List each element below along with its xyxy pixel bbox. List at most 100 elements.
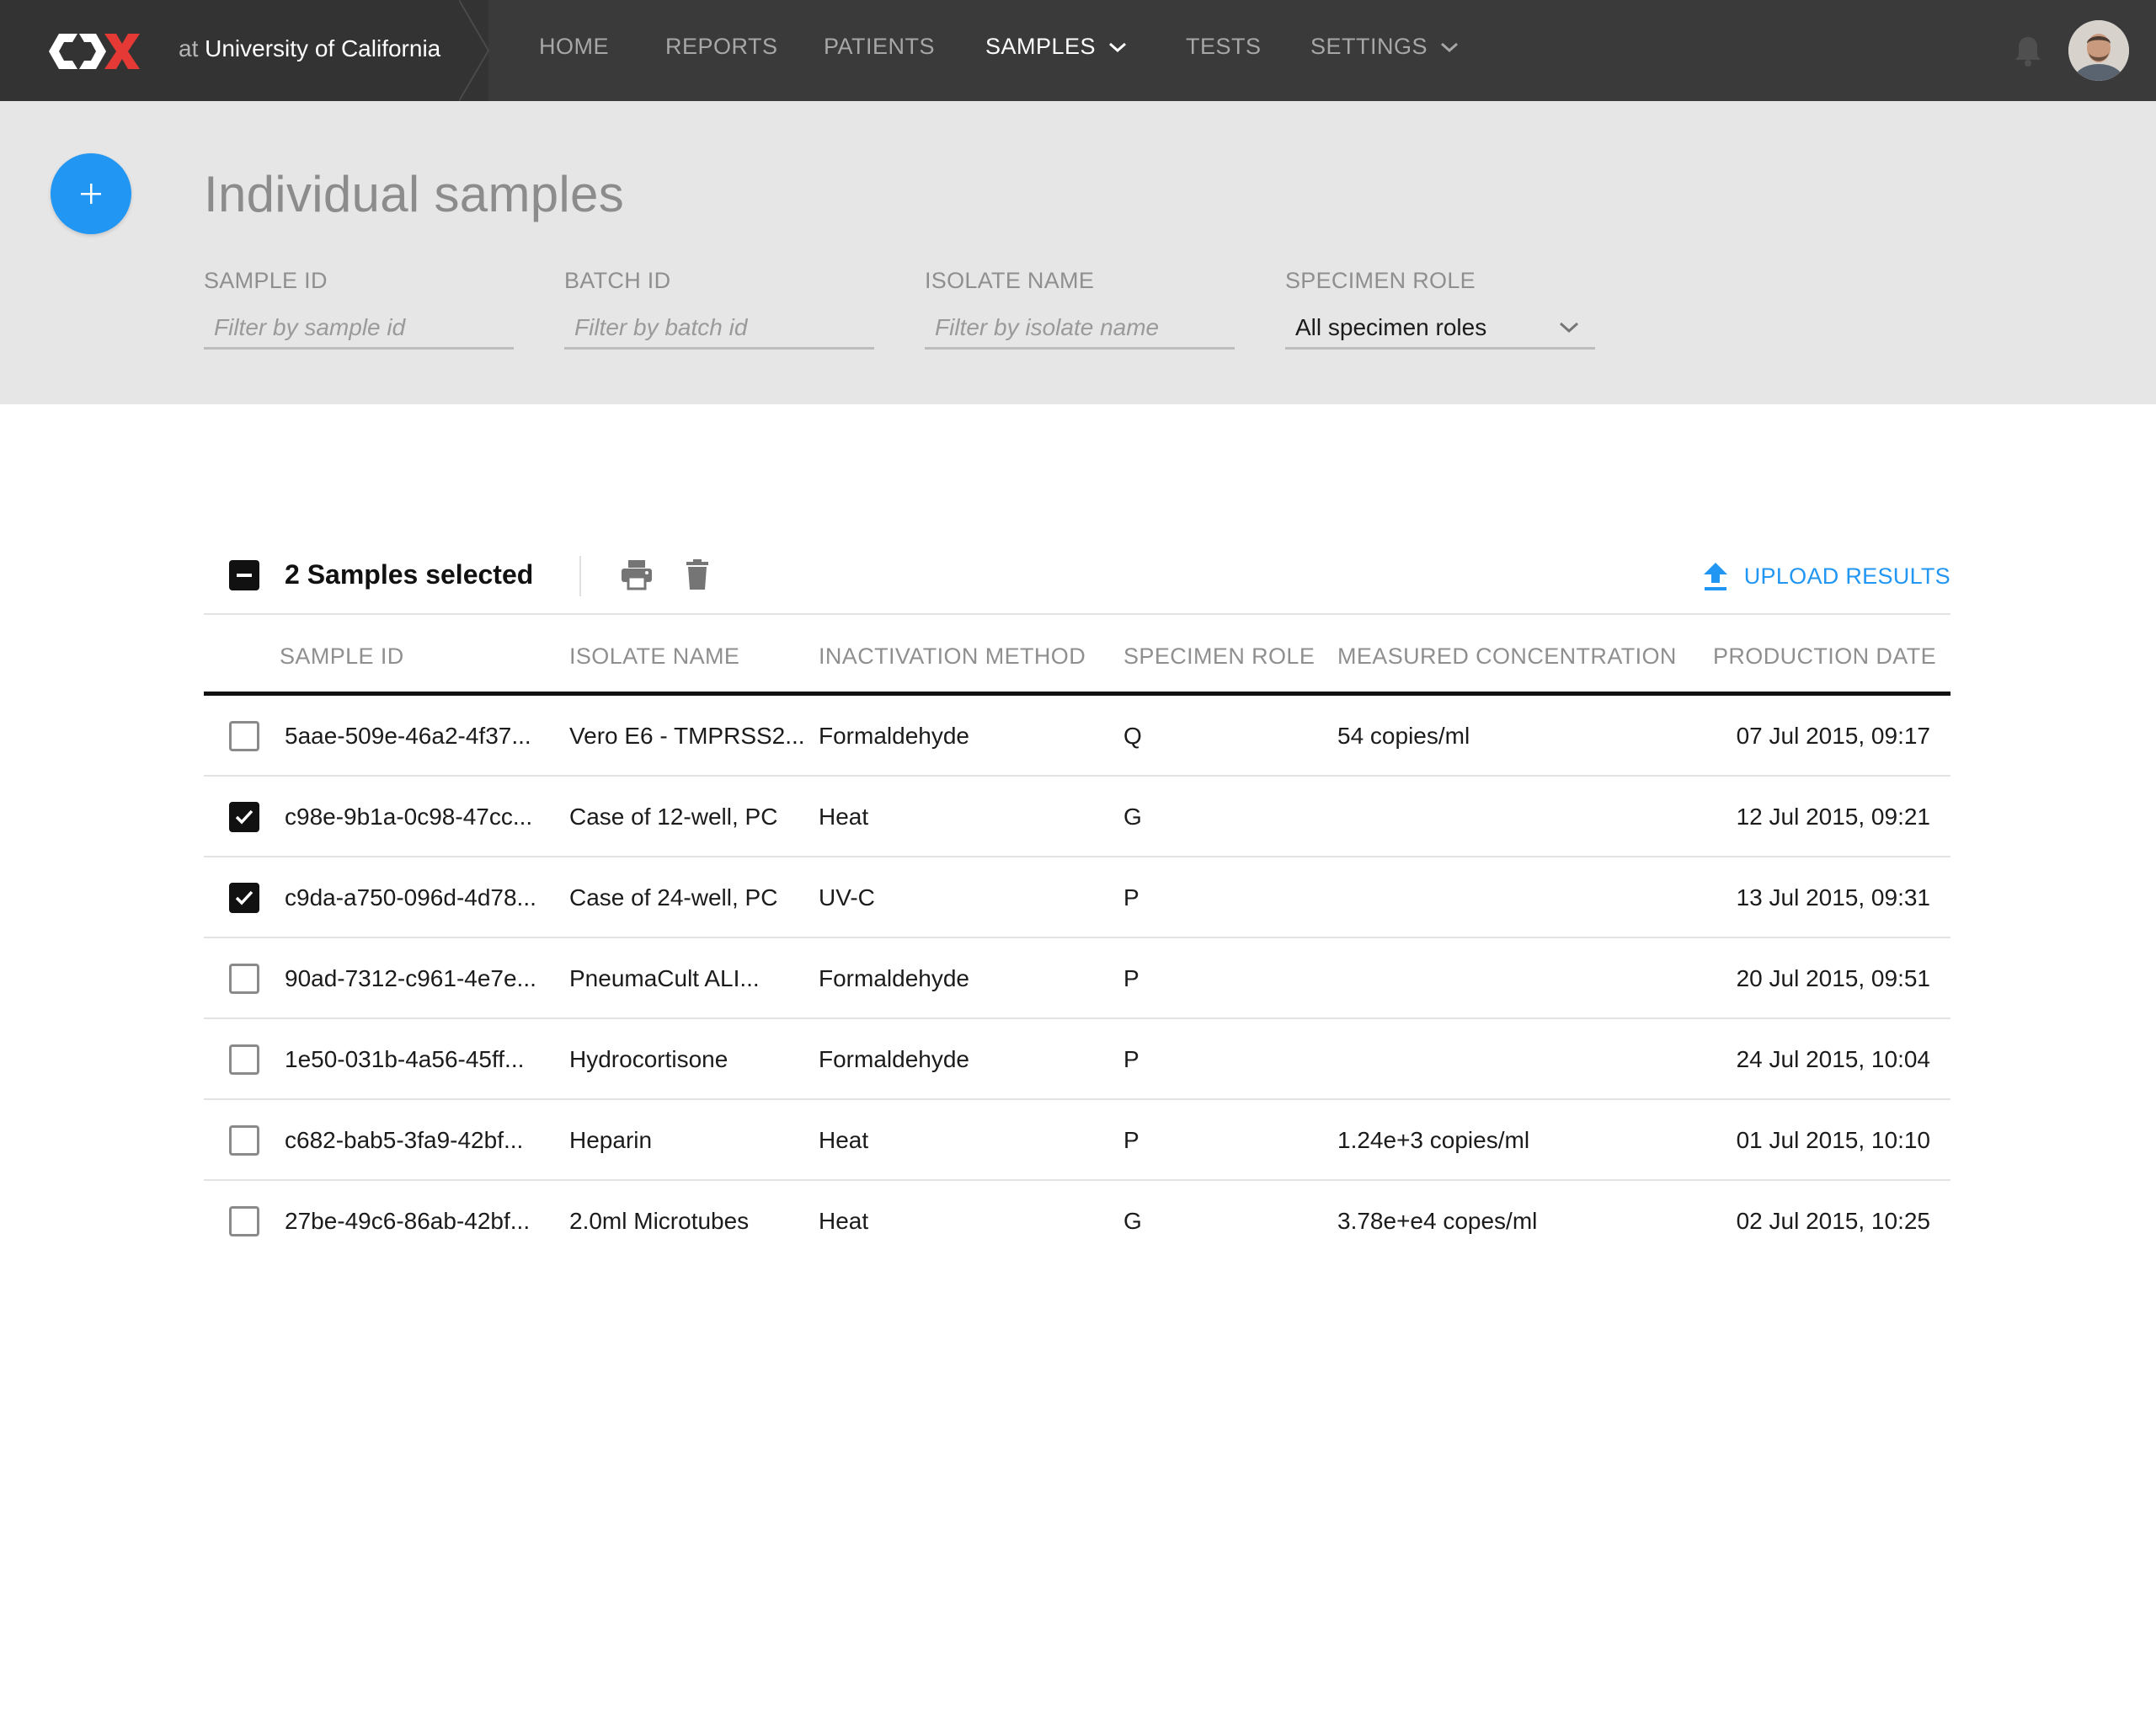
table-row[interactable]: 5aae-509e-46a2-4f37... Vero E6 - TMPRSS2.… xyxy=(204,696,1951,777)
column-measured-concentration[interactable]: MEASURED CONCENTRATION xyxy=(1337,644,1677,670)
chevron-down-icon xyxy=(1109,42,1127,52)
avatar[interactable] xyxy=(2068,20,2129,81)
isolate-name-input[interactable]: Filter by isolate name xyxy=(925,307,1235,350)
nav-home-label: HOME xyxy=(539,34,609,59)
trash-icon[interactable] xyxy=(680,558,714,591)
nav-patients[interactable]: PATIENTS xyxy=(824,34,935,60)
nav-patients-label: PATIENTS xyxy=(824,34,936,59)
cell-sample-id: c9da-a750-096d-4d78... xyxy=(285,884,536,911)
row-checkbox[interactable] xyxy=(229,802,259,832)
table-row[interactable]: c682-bab5-3fa9-42bf... Heparin Heat P 1.24e+… xyxy=(204,1100,1951,1181)
column-production-date[interactable]: PRODUCTION DATE xyxy=(1713,644,1936,670)
top-navigation-bar: at University of California HOME REPORTS… xyxy=(0,0,2156,101)
row-checkbox[interactable] xyxy=(229,883,259,913)
chevron-down-icon xyxy=(1441,42,1459,52)
cell-measured-concentration: 54 copies/ml xyxy=(1337,723,1470,749)
cell-inactivation-method: Formaldehyde xyxy=(819,723,969,749)
brand-area: at University of California xyxy=(0,0,488,101)
cell-sample-id: 1e50-031b-4a56-45ff... xyxy=(285,1046,525,1072)
cell-inactivation-method: Heat xyxy=(819,1127,869,1153)
column-inactivation-method[interactable]: INACTIVATION METHOD xyxy=(819,644,1086,670)
chevron-down-icon xyxy=(1559,322,1579,333)
nav-tests-label: TESTS xyxy=(1186,34,1262,59)
column-specimen-role[interactable]: SPECIMEN ROLE xyxy=(1123,644,1315,670)
checkmark-icon xyxy=(235,890,253,905)
cell-specimen-role: P xyxy=(1123,1127,1139,1153)
filter-sample-id: SAMPLE ID Filter by sample id xyxy=(204,268,514,350)
column-sample-id[interactable]: SAMPLE ID xyxy=(280,644,404,670)
cell-inactivation-method: Formaldehyde xyxy=(819,1046,969,1072)
nav-samples[interactable]: SAMPLES xyxy=(985,34,1128,60)
cdx-logo[interactable] xyxy=(49,32,140,71)
select-all-checkbox[interactable] xyxy=(229,560,259,590)
cell-production-date: 24 Jul 2015, 10:04 xyxy=(1736,1046,1930,1072)
selection-toolbar: 2 Samples selected UPLOAD RESULTS xyxy=(204,547,1951,615)
cell-production-date: 20 Jul 2015, 09:51 xyxy=(1736,965,1930,991)
nav-reports-label: REPORTS xyxy=(665,34,778,59)
cell-inactivation-method: Heat xyxy=(819,1208,869,1234)
org-prefix: at xyxy=(179,35,199,61)
table-row[interactable]: c9da-a750-096d-4d78... Case of 24-well, P… xyxy=(204,857,1951,938)
cell-isolate-name: Vero E6 - TMPRSS2... xyxy=(569,723,805,749)
cell-isolate-name: PneumaCult ALI... xyxy=(569,965,760,991)
cell-production-date: 02 Jul 2015, 10:25 xyxy=(1736,1208,1930,1234)
cell-isolate-name: Heparin xyxy=(569,1127,653,1153)
cell-inactivation-method: Formaldehyde xyxy=(819,965,969,991)
user-avatar-icon xyxy=(2068,20,2129,81)
table-row[interactable]: 1e50-031b-4a56-45ff... Hydrocortisone Form… xyxy=(204,1019,1951,1100)
print-icon[interactable] xyxy=(620,558,654,591)
filter-specimen-role: SPECIMEN ROLE All specimen roles xyxy=(1285,268,1595,350)
filter-label: SPECIMEN ROLE xyxy=(1285,268,1476,293)
nav-settings-label: SETTINGS xyxy=(1310,34,1428,59)
cell-sample-id: 90ad-7312-c961-4e7e... xyxy=(285,965,536,991)
page-title: Individual samples xyxy=(204,166,624,222)
cell-specimen-role: Q xyxy=(1123,723,1142,749)
batch-id-input[interactable]: Filter by batch id xyxy=(564,307,874,350)
cell-specimen-role: G xyxy=(1123,804,1142,830)
nav-settings[interactable]: SETTINGS xyxy=(1310,34,1460,60)
row-checkbox[interactable] xyxy=(229,1125,259,1156)
cell-production-date: 01 Jul 2015, 10:10 xyxy=(1736,1127,1930,1153)
filter-label: SAMPLE ID xyxy=(204,268,328,293)
row-checkbox[interactable] xyxy=(229,1044,259,1075)
cell-specimen-role: P xyxy=(1123,1046,1139,1072)
bell-icon[interactable] xyxy=(2013,34,2043,67)
filter-isolate-name: ISOLATE NAME Filter by isolate name xyxy=(925,268,1235,350)
organization-label[interactable]: at University of California xyxy=(179,35,440,62)
cell-isolate-name: Case of 12-well, PC xyxy=(569,804,778,830)
cell-specimen-role: P xyxy=(1123,965,1139,991)
nav-home[interactable]: HOME xyxy=(539,34,609,60)
row-checkbox[interactable] xyxy=(229,721,259,751)
breadcrumb-arrow xyxy=(459,0,490,101)
row-checkbox[interactable] xyxy=(229,1206,259,1236)
toolbar-divider xyxy=(579,556,581,596)
upload-icon xyxy=(1703,563,1727,590)
column-isolate-name[interactable]: ISOLATE NAME xyxy=(569,644,739,670)
table-header: SAMPLE ID ISOLATE NAME INACTIVATION METH… xyxy=(204,615,1951,696)
specimen-role-select[interactable]: All specimen roles xyxy=(1285,307,1595,350)
cell-specimen-role: G xyxy=(1123,1208,1142,1234)
cell-production-date: 13 Jul 2015, 09:31 xyxy=(1736,884,1930,911)
cell-measured-concentration: 1.24e+3 copies/ml xyxy=(1337,1127,1530,1153)
nav-tests[interactable]: TESTS xyxy=(1186,34,1262,60)
cell-inactivation-method: Heat xyxy=(819,804,869,830)
upload-results-button[interactable]: UPLOAD RESULTS xyxy=(1702,561,1951,591)
sample-id-input[interactable]: Filter by sample id xyxy=(204,307,514,350)
cell-isolate-name: Case of 24-well, PC xyxy=(569,884,778,911)
add-sample-button[interactable] xyxy=(51,153,131,234)
org-name: University of California xyxy=(205,35,441,61)
samples-table-body: 5aae-509e-46a2-4f37... Vero E6 - TMPRSS2.… xyxy=(204,696,1951,1262)
cell-measured-concentration: 3.78e+e4 copes/ml xyxy=(1337,1208,1538,1234)
table-row[interactable]: 27be-49c6-86ab-42bf... 2.0ml Microtubes He… xyxy=(204,1181,1951,1262)
table-row[interactable]: 90ad-7312-c961-4e7e... PneumaCult ALI... F… xyxy=(204,938,1951,1019)
cell-production-date: 12 Jul 2015, 09:21 xyxy=(1736,804,1930,830)
plus-icon xyxy=(81,184,101,204)
nav-reports[interactable]: REPORTS xyxy=(665,34,778,60)
cell-inactivation-method: UV-C xyxy=(819,884,875,911)
cell-specimen-role: P xyxy=(1123,884,1139,911)
selection-count: 2 Samples selected xyxy=(285,559,534,590)
row-checkbox[interactable] xyxy=(229,964,259,994)
cell-sample-id: c682-bab5-3fa9-42bf... xyxy=(285,1127,524,1153)
table-row[interactable]: c98e-9b1a-0c98-47cc... Case of 12-well, P… xyxy=(204,777,1951,857)
cell-sample-id: c98e-9b1a-0c98-47cc... xyxy=(285,804,533,830)
